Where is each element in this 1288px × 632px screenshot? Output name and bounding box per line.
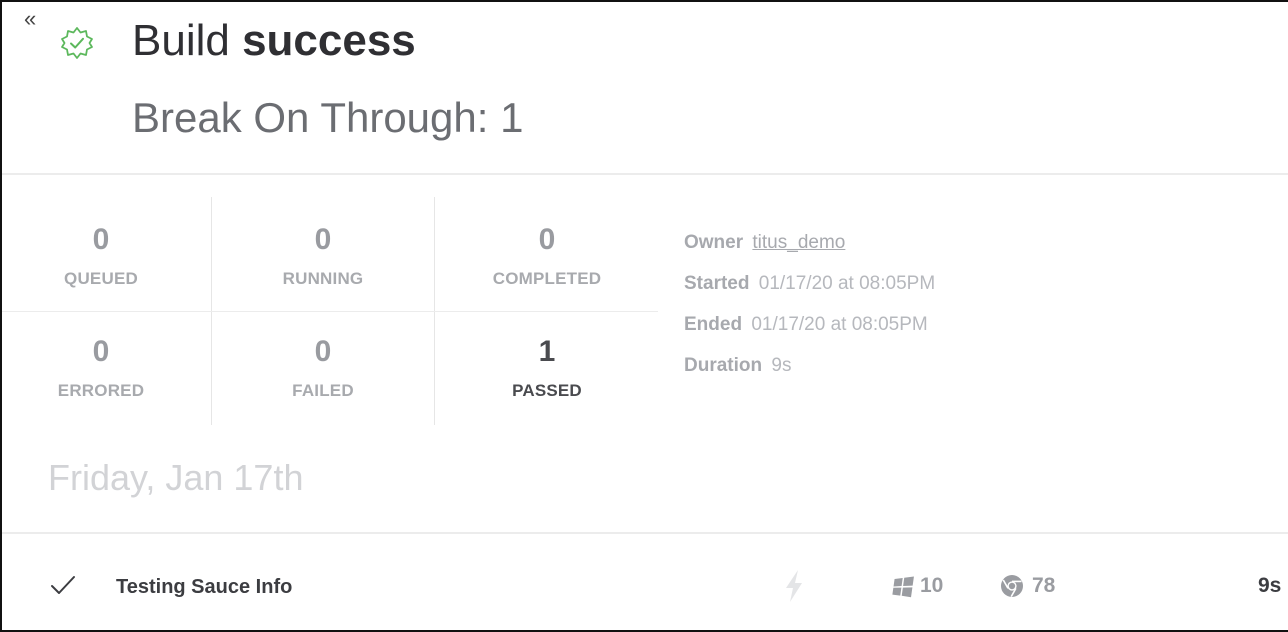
- chrome-icon: [1001, 575, 1023, 597]
- stat-completed: 0 COMPLETED: [436, 223, 658, 289]
- title-status: success: [242, 16, 416, 65]
- job-name[interactable]: Testing Sauce Info: [116, 576, 292, 599]
- stat-label: ERRORED: [57, 381, 145, 400]
- gear-check-icon: [61, 27, 93, 59]
- stat-errored: 0 ERRORED: [0, 335, 212, 401]
- stat-label: RUNNING: [282, 269, 364, 288]
- meta-duration-label: Duration: [684, 355, 763, 376]
- meta-duration-value: 9s: [771, 355, 792, 376]
- meta-owner: Owner titus_demo: [684, 232, 935, 273]
- build-details-panel: « Build success Break On Through: 1 0 QU…: [0, 0, 1288, 632]
- stat-value: 0: [92, 223, 110, 256]
- meta-owner-label: Owner: [684, 232, 744, 253]
- grid-divider: [2, 311, 658, 312]
- divider: [2, 532, 1288, 534]
- stat-value: 1: [538, 335, 556, 368]
- collapse-panel-button[interactable]: «: [24, 8, 36, 30]
- lightning-bolt-icon: [786, 570, 802, 602]
- meta-duration: Duration 9s: [684, 355, 935, 396]
- stat-passed: 1 PASSED: [436, 335, 658, 401]
- stat-value: 0: [538, 223, 556, 256]
- job-stats-grid: 0 QUEUED 0 RUNNING 0 COMPLETED 0 ERRORED…: [2, 197, 658, 425]
- windows-icon: [892, 576, 914, 598]
- stat-queued: 0 QUEUED: [0, 223, 212, 289]
- stat-label: FAILED: [292, 381, 354, 400]
- meta-ended-value: 01/17/20 at 08:05PM: [751, 314, 928, 335]
- stat-failed: 0 FAILED: [212, 335, 434, 401]
- job-row[interactable]: Testing Sauce Info 10 78 9s: [2, 542, 1288, 632]
- divider: [2, 173, 1288, 175]
- owner-link[interactable]: titus_demo: [752, 232, 845, 253]
- stat-label: QUEUED: [64, 269, 138, 288]
- meta-started-value: 01/17/20 at 08:05PM: [758, 273, 936, 294]
- build-header: « Build success Break On Through: 1: [2, 2, 1288, 172]
- stat-label: COMPLETED: [492, 269, 602, 288]
- build-name: Break On Through: 1: [132, 94, 524, 141]
- stat-label: PASSED: [512, 381, 582, 400]
- page-title: Build success: [132, 16, 416, 66]
- stat-value: 0: [92, 335, 110, 368]
- os-version: 10: [920, 574, 944, 597]
- meta-ended-label: Ended: [684, 314, 743, 335]
- title-prefix: Build: [132, 16, 243, 65]
- stat-value: 0: [314, 223, 332, 256]
- job-duration: 9s: [1258, 574, 1282, 597]
- meta-ended: Ended 01/17/20 at 08:05PM: [684, 314, 935, 355]
- meta-started: Started 01/17/20 at 08:05PM: [684, 273, 935, 314]
- stat-value: 0: [314, 335, 332, 368]
- checkmark-icon: [51, 576, 75, 594]
- browser-version: 78: [1032, 574, 1056, 597]
- stat-running: 0 RUNNING: [212, 223, 434, 289]
- build-meta: Owner titus_demo Started 01/17/20 at 08:…: [684, 232, 935, 396]
- date-group-heading: Friday, Jan 17th: [48, 457, 304, 498]
- meta-started-label: Started: [684, 273, 750, 294]
